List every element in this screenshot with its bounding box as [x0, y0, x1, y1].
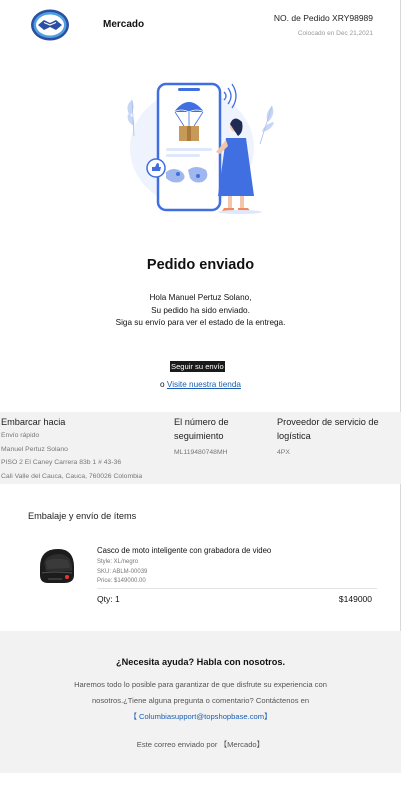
- track-shipment-button[interactable]: Seguir su envío: [170, 361, 225, 372]
- email-footer: Este correo enviado por 【Mercado】: [136, 740, 265, 749]
- handshake-logo-icon: [31, 9, 69, 41]
- product-unit-price: Price: $149000.00: [97, 578, 146, 584]
- tracking-header: El número de seguimiento: [174, 417, 229, 441]
- brand-name: Mercado: [103, 19, 145, 30]
- product-sku: SKU: ABLM-00039: [97, 568, 148, 575]
- page-title: Pedido enviado: [146, 257, 255, 273]
- help-text-line: nosotros.¿Tiene alguna pregunta o coment…: [40, 693, 361, 709]
- product-quantity: Qty: 1: [97, 594, 120, 604]
- product-name[interactable]: Casco de moto inteligente con grabadora …: [97, 546, 271, 555]
- help-title: ¿Necesita ayuda? Habla con nosotros.: [116, 657, 285, 667]
- address-line-1: PISO 2 El Caney Carrera 83b 1 # 43-36: [1, 459, 122, 467]
- parachute-delivery-phone-illustration: [127, 82, 274, 214]
- recipient-name: Manuel Pertuz Solano: [1, 445, 68, 453]
- greeting-line: Hola Manuel Pertuz Solano,: [149, 293, 252, 302]
- visit-prefix: o: [160, 380, 167, 389]
- help-text: Haremos todo lo posible para garantizar …: [40, 677, 361, 725]
- visit-store-link[interactable]: Visite nuestra tienda: [167, 380, 241, 389]
- help-section: ¿Necesita ayuda? Habla con nosotros. Har…: [0, 631, 401, 773]
- support-email-link[interactable]: 【 Columbiasupport@topshopbase.com】: [129, 712, 271, 721]
- greeting-line: Siga su envío para ver el estado de la e…: [115, 318, 286, 327]
- items-section-title: Embalaje y envío de ítems: [28, 511, 137, 521]
- helmet-icon[interactable]: [34, 543, 78, 587]
- ship-to-header: Embarcar hacia: [1, 417, 66, 427]
- product-style: Style: XL/negro: [97, 559, 139, 565]
- greeting-text: Hola Manuel Pertuz Solano, Su pedido ha …: [0, 292, 401, 330]
- tracking-number[interactable]: ML119480748MH: [174, 446, 269, 460]
- provider-name: 4PX: [277, 449, 290, 456]
- provider-column: Proveedor de servicio de logística 4PX: [277, 415, 395, 460]
- help-text-line-2: nosotros.¿Tiene alguna pregunta o coment…: [91, 696, 310, 705]
- product-total: $149000: [338, 594, 372, 604]
- email-page: Mercado NO. de Pedido XRY98989 Colocado …: [0, 0, 401, 773]
- email-header: Mercado NO. de Pedido XRY98989 Colocado …: [0, 0, 401, 48]
- product-divider: [97, 588, 377, 589]
- product-meta: Style: XL/negro SKU: ABLM-00039 Price: $…: [97, 558, 147, 587]
- address-line-2: Cali Valle del Cauca, Cauca, 760026 Colo…: [1, 472, 143, 480]
- order-number: NO. de Pedido XRY98989: [273, 13, 373, 23]
- help-text-line: Haremos todo lo posible para garantizar …: [74, 680, 327, 689]
- order-date: Colocado en Dec 21,2021: [297, 30, 373, 37]
- ship-method: Envío rápido: [1, 432, 40, 439]
- tracking-column: El número de seguimiento ML119480748MH: [174, 415, 269, 460]
- visit-store-line: o Visite nuestra tienda: [0, 380, 401, 389]
- ship-to-column: Embarcar hacia Envío rápido Manuel Pertu…: [1, 415, 169, 483]
- provider-header: Proveedor de servicio de logística: [277, 417, 379, 441]
- shipping-info-band: Embarcar hacia Envío rápido Manuel Pertu…: [0, 412, 401, 484]
- greeting-line: Su pedido ha sido enviado.: [151, 305, 250, 315]
